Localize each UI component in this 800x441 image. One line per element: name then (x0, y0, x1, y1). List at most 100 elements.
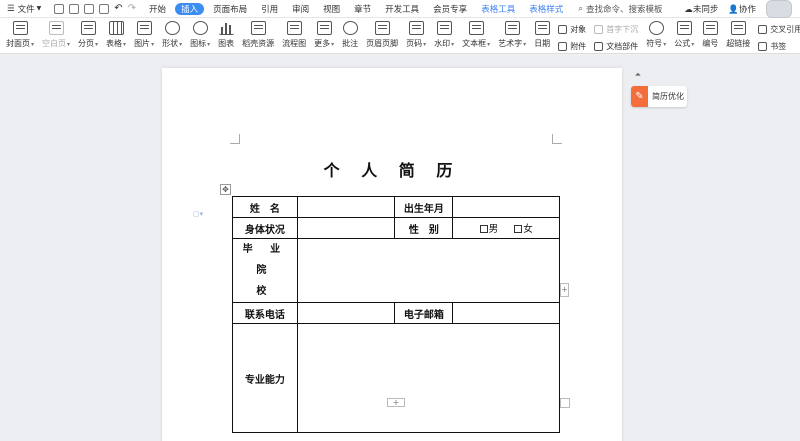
skills-label-cell[interactable]: 专业能力 (232, 323, 298, 433)
preview-icon[interactable] (99, 3, 110, 14)
school-label-line1: 毕 业 院 (242, 244, 288, 276)
ribbon-button-wordart[interactable]: 艺术字▾ (494, 18, 530, 53)
ribbon-button-watermark[interactable]: 水印▾ (430, 18, 458, 53)
ribbon-button-label: 超链接 (726, 38, 750, 49)
ribbon-button-blank-page[interactable]: 空白页▾ (38, 18, 74, 53)
print-icon[interactable] (84, 3, 95, 14)
ribbon-button-page-number[interactable]: 页码▾ (402, 18, 430, 53)
crossref-bookmark-stack-top-button[interactable]: 交叉引用 (758, 24, 800, 35)
ribbon-button-table[interactable]: 表格▾ (102, 18, 130, 53)
phone-value-cell[interactable] (296, 302, 396, 324)
collab-button[interactable]: 👤协作 (728, 3, 756, 15)
ribbon-button-formula[interactable]: 公式▾ (670, 18, 698, 53)
health-label-cell[interactable]: 身体状况 (232, 217, 298, 239)
resume-optimize-button[interactable]: ✎ 简历优化 (631, 86, 687, 107)
chevron-down-icon: ▾ (691, 41, 695, 48)
panel-collapse-icon[interactable]: ⏶ (632, 70, 644, 80)
tab-8[interactable]: 会员专享 (426, 0, 474, 18)
ribbon-button-symbol[interactable]: 符号▾ (642, 18, 670, 53)
ribbon-button-numbering[interactable]: 编号 (698, 18, 722, 53)
paragraph-handle-icon[interactable]: ▢▾ (193, 210, 203, 218)
document-title[interactable]: 个 人 简 历 (162, 157, 622, 181)
file-menu[interactable]: ☰ 文件 ▼ (0, 0, 48, 18)
ribbon-button-resource[interactable]: 稻壳资源 (238, 18, 278, 53)
ribbon-button-flowchart[interactable]: 流程图 (278, 18, 310, 53)
sync-status[interactable]: ☁未同步 (684, 3, 718, 15)
health-label: 身体状况 (244, 224, 285, 236)
gender-label-cell[interactable]: 性 别 (394, 217, 454, 239)
chevron-down-icon: ▾ (487, 41, 491, 48)
phone-label-cell[interactable]: 联系电话 (232, 302, 298, 324)
redo-icon[interactable]: ↷ (128, 3, 136, 14)
table-row: 姓 名 出生年月 (232, 196, 560, 218)
ribbon-button-hyperlink[interactable]: 超链接 (722, 18, 754, 53)
tab-0[interactable]: 开始 (142, 0, 173, 18)
tab-5[interactable]: 视图 (316, 0, 347, 18)
tab-9[interactable]: 表格工具 (474, 0, 522, 18)
document-canvas[interactable]: 个 人 简 历 ✥ 姓 名 出生年月 身体状况 性 别 男 女 毕 业 院 校 … (0, 55, 800, 441)
ribbon-button-cover-page[interactable]: 封面页▾ (2, 18, 38, 53)
tab-2[interactable]: 页面布局 (206, 0, 254, 18)
tab-1[interactable]: 插入 (175, 2, 205, 15)
add-column-icon[interactable]: + (560, 283, 569, 297)
tab-3[interactable]: 引用 (254, 0, 285, 18)
skills-value-cell[interactable] (296, 323, 561, 433)
export-icon[interactable] (69, 3, 80, 14)
birth-label-cell[interactable]: 出生年月 (394, 196, 454, 218)
name-label-cell[interactable]: 姓 名 (232, 196, 298, 218)
ribbon-button-label: 符号▾ (646, 38, 666, 49)
object-attach-stack-bottom-icon (558, 42, 568, 51)
ribbon-label-text: 首字下沉 (606, 25, 639, 34)
document-page[interactable]: 个 人 简 历 ✥ 姓 名 出生年月 身体状况 性 别 男 女 毕 业 院 校 … (162, 68, 622, 441)
ribbon-button-comment[interactable]: 批注 (338, 18, 362, 53)
ribbon-label-text: 书签 (770, 42, 787, 51)
tab-4[interactable]: 审阅 (285, 0, 316, 18)
school-value-cell[interactable] (296, 238, 561, 303)
crossref-bookmark-stack-bottom-button[interactable]: 书签 (758, 41, 786, 52)
tab-7[interactable]: 开发工具 (378, 0, 426, 18)
ribbon-button-more[interactable]: 更多▾ (310, 18, 338, 53)
birth-label: 出生年月 (403, 203, 444, 215)
female-checkbox[interactable] (514, 225, 523, 233)
flowchart-icon (286, 21, 302, 35)
hamburger-icon: ☰ (7, 3, 15, 14)
school-label-cell[interactable]: 毕 业 院 校 (232, 238, 298, 303)
ribbon-label-text: 编号 (702, 39, 719, 48)
email-label: 电子邮箱 (403, 309, 444, 321)
ribbon-button-header-footer[interactable]: 页眉页脚 (362, 18, 402, 53)
undo-icon[interactable]: ↶ (114, 3, 122, 14)
ribbon-button-label: 表格▾ (106, 38, 126, 49)
save-icon[interactable] (54, 3, 65, 14)
add-row-icon[interactable]: + (387, 398, 405, 407)
health-value-cell[interactable] (296, 217, 396, 239)
male-checkbox[interactable] (479, 225, 488, 233)
chevron-down-icon: ▾ (451, 41, 455, 48)
object-attach-stack-bottom-button[interactable]: 附件 (558, 41, 586, 52)
ribbon-button-picture[interactable]: 图片▾ (130, 18, 158, 53)
name-value-cell[interactable] (296, 196, 396, 218)
ribbon-button-icon-library[interactable]: 图标▾ (186, 18, 214, 53)
user-icon: 👤 (728, 4, 739, 15)
ribbon-label-text: 流程图 (282, 39, 307, 48)
table-resize-icon[interactable] (560, 398, 570, 408)
ribbon-button-textbox[interactable]: 文本框▾ (458, 18, 494, 53)
object-attach-stack-top-button[interactable]: 对象 (558, 24, 586, 35)
email-label-cell[interactable]: 电子邮箱 (394, 302, 454, 324)
email-value-cell[interactable] (452, 302, 560, 324)
ribbon-button-date[interactable]: 日期 (530, 18, 554, 53)
tab-10[interactable]: 表格样式 (522, 0, 570, 18)
ribbon-button-page-break[interactable]: 分页▾ (74, 18, 102, 53)
command-search[interactable]: ⌕ 查找命令、搜索模板 (578, 3, 662, 15)
ribbon-button-chart[interactable]: 图表 (214, 18, 238, 53)
avatar[interactable] (766, 0, 792, 18)
tab-6[interactable]: 章节 (347, 0, 378, 18)
search-icon: ⌕ (578, 3, 583, 14)
gender-value-cell[interactable]: 男 女 (452, 217, 560, 239)
birth-value-cell[interactable] (452, 196, 560, 218)
table-move-handle-icon[interactable]: ✥ (220, 184, 231, 195)
dropcap-parts-stack-bottom-button[interactable]: 文档部件 (594, 41, 638, 52)
ribbon-button-shape[interactable]: 形状▾ (158, 18, 186, 53)
dropcap-parts-stack-top-button[interactable]: 首字下沉 (594, 24, 638, 35)
skills-label: 专业能力 (244, 374, 285, 386)
ribbon-button-label: 更多▾ (314, 38, 334, 49)
